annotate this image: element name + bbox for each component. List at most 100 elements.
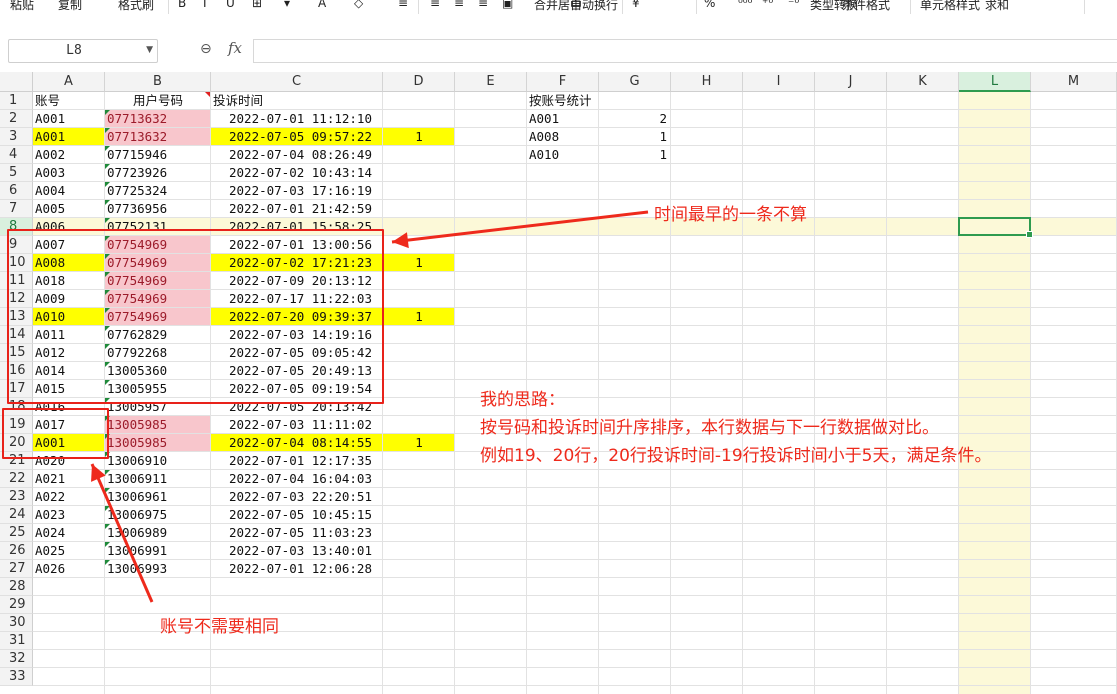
cell-complaint-time[interactable]: 2022-07-05 11:03:23: [229, 524, 372, 542]
cell-account[interactable]: A024: [35, 524, 65, 542]
toolbar-item[interactable]: 求和: [985, 0, 1009, 13]
cell-account[interactable]: A021: [35, 470, 65, 488]
stats-account[interactable]: A010: [529, 146, 559, 164]
cell-complaint-time[interactable]: 2022-07-05 10:45:15: [229, 506, 372, 524]
cell-account[interactable]: A022: [35, 488, 65, 506]
row-header-2[interactable]: 2: [0, 110, 33, 128]
column-header-d[interactable]: D: [383, 72, 455, 92]
cell-flag[interactable]: 1: [383, 254, 455, 272]
toolbar-item[interactable]: U: [226, 0, 235, 10]
sheet-grid[interactable]: A B C D E F G H I J K L M 1 2 3 4 5 6 7 8 9 10 11 12 13 14 15 16 17 18…: [0, 72, 1117, 694]
row-header-6[interactable]: 6: [0, 182, 33, 200]
toolbar-item[interactable]: ▣: [502, 0, 513, 10]
cell-user-number[interactable]: 13006911: [107, 470, 167, 488]
cell-complaint-time[interactable]: 2022-07-03 11:11:02: [229, 416, 372, 434]
row-header-29[interactable]: 29: [0, 596, 33, 614]
header-account[interactable]: 账号: [35, 92, 60, 110]
toolbar-item[interactable]: ≡: [430, 0, 440, 10]
header-stats-by-account[interactable]: 按账号统计: [529, 92, 592, 110]
cell-complaint-time[interactable]: 2022-07-01 12:17:35: [229, 452, 372, 470]
formula-input[interactable]: [253, 39, 1117, 63]
stats-account[interactable]: A008: [529, 128, 559, 146]
cell-account[interactable]: A023: [35, 506, 65, 524]
cell-flag[interactable]: 1: [383, 308, 455, 326]
toolbar-item[interactable]: ⁻⁰: [788, 0, 799, 10]
name-box[interactable]: L8 ▼: [8, 39, 158, 63]
cell-user-number[interactable]: 13006991: [107, 542, 167, 560]
cell-account[interactable]: A003: [35, 164, 65, 182]
toolbar-item[interactable]: ¥: [632, 0, 640, 10]
cell-user-number[interactable]: 13006989: [107, 524, 167, 542]
toolbar-item[interactable]: ≡: [478, 0, 488, 10]
cell-flag[interactable]: 1: [383, 128, 455, 146]
cell-account[interactable]: A001: [35, 128, 65, 146]
toolbar-item[interactable]: A: [318, 0, 326, 10]
cell-user-number[interactable]: 13006961: [107, 488, 167, 506]
column-header-h[interactable]: H: [671, 72, 743, 92]
row-header-32[interactable]: 32: [0, 650, 33, 668]
fx-icon[interactable]: fx: [228, 39, 242, 57]
column-header-k[interactable]: K: [887, 72, 959, 92]
cell-complaint-time[interactable]: 2022-07-02 10:43:14: [229, 164, 372, 182]
toolbar-item[interactable]: ⁰⁰⁰: [738, 0, 752, 10]
row-header-22[interactable]: 22: [0, 470, 33, 488]
toolbar-item[interactable]: 粘贴: [10, 0, 34, 13]
cell-user-number[interactable]: 13006910: [107, 452, 167, 470]
row-header-33[interactable]: 33: [0, 668, 33, 686]
column-header-f[interactable]: F: [527, 72, 599, 92]
toolbar-item[interactable]: ▾: [284, 0, 290, 10]
column-header-g[interactable]: G: [599, 72, 671, 92]
cell-complaint-time[interactable]: 2022-07-03 13:40:01: [229, 542, 372, 560]
cell-complaint-time[interactable]: 2022-07-04 16:04:03: [229, 470, 372, 488]
cell-user-number[interactable]: 07713632: [107, 110, 167, 128]
column-header-e[interactable]: E: [455, 72, 527, 92]
stats-count[interactable]: 1: [599, 146, 667, 164]
row-header-28[interactable]: 28: [0, 578, 33, 596]
row-header-24[interactable]: 24: [0, 506, 33, 524]
toolbar-item[interactable]: I: [203, 0, 207, 10]
active-cell-selection[interactable]: [958, 217, 1033, 238]
cell-user-number[interactable]: 07725324: [107, 182, 167, 200]
fill-handle[interactable]: [1026, 231, 1033, 238]
cell-account[interactable]: A005: [35, 200, 65, 218]
toolbar-item[interactable]: B: [178, 0, 186, 10]
row-header-31[interactable]: 31: [0, 632, 33, 650]
toolbar-item[interactable]: ⊞: [252, 0, 262, 10]
toolbar-item[interactable]: 格式刷: [118, 0, 154, 13]
cell-user-number[interactable]: 07715946: [107, 146, 167, 164]
cell-complaint-time[interactable]: 2022-07-03 22:20:51: [229, 488, 372, 506]
stats-account[interactable]: A001: [529, 110, 559, 128]
zoom-icon[interactable]: ⊖: [200, 41, 212, 57]
cell-user-number[interactable]: 13005985: [107, 416, 167, 434]
column-header-l[interactable]: L: [959, 72, 1031, 92]
chevron-down-icon[interactable]: ▼: [146, 45, 153, 55]
row-header-5[interactable]: 5: [0, 164, 33, 182]
row-header-26[interactable]: 26: [0, 542, 33, 560]
cell-account[interactable]: A002: [35, 146, 65, 164]
cell-account[interactable]: A004: [35, 182, 65, 200]
cell-complaint-time[interactable]: 2022-07-01 21:42:59: [229, 200, 372, 218]
cell-complaint-time[interactable]: 2022-07-03 17:16:19: [229, 182, 372, 200]
cell-account[interactable]: A001: [35, 110, 65, 128]
toolbar-item[interactable]: 自动换行: [570, 0, 618, 13]
toolbar-item[interactable]: ◇: [354, 0, 363, 10]
cell-user-number[interactable]: 13006993: [107, 560, 167, 578]
row-header-27[interactable]: 27: [0, 560, 33, 578]
cell-complaint-time[interactable]: 2022-07-01 12:06:28: [229, 560, 372, 578]
row-header-3[interactable]: 3: [0, 128, 33, 146]
row-header-7[interactable]: 7: [0, 200, 33, 218]
cell-complaint-time[interactable]: 2022-07-05 09:57:22: [229, 128, 372, 146]
cell-flag[interactable]: 1: [383, 434, 455, 452]
cell-complaint-time[interactable]: 2022-07-04 08:14:55: [229, 434, 372, 452]
toolbar-item[interactable]: ≡: [398, 0, 408, 10]
cell-user-number[interactable]: 07736956: [107, 200, 167, 218]
header-complaint-time[interactable]: 投诉时间: [213, 92, 263, 110]
toolbar-item[interactable]: 条件格式: [842, 0, 890, 13]
column-header-c[interactable]: C: [211, 72, 383, 92]
row-header-23[interactable]: 23: [0, 488, 33, 506]
toolbar-item[interactable]: 单元格样式: [920, 0, 980, 13]
row-header-1[interactable]: 1: [0, 92, 33, 110]
select-all-corner[interactable]: [0, 72, 33, 92]
column-header-m[interactable]: M: [1031, 72, 1117, 92]
cell-user-number[interactable]: 13006975: [107, 506, 167, 524]
